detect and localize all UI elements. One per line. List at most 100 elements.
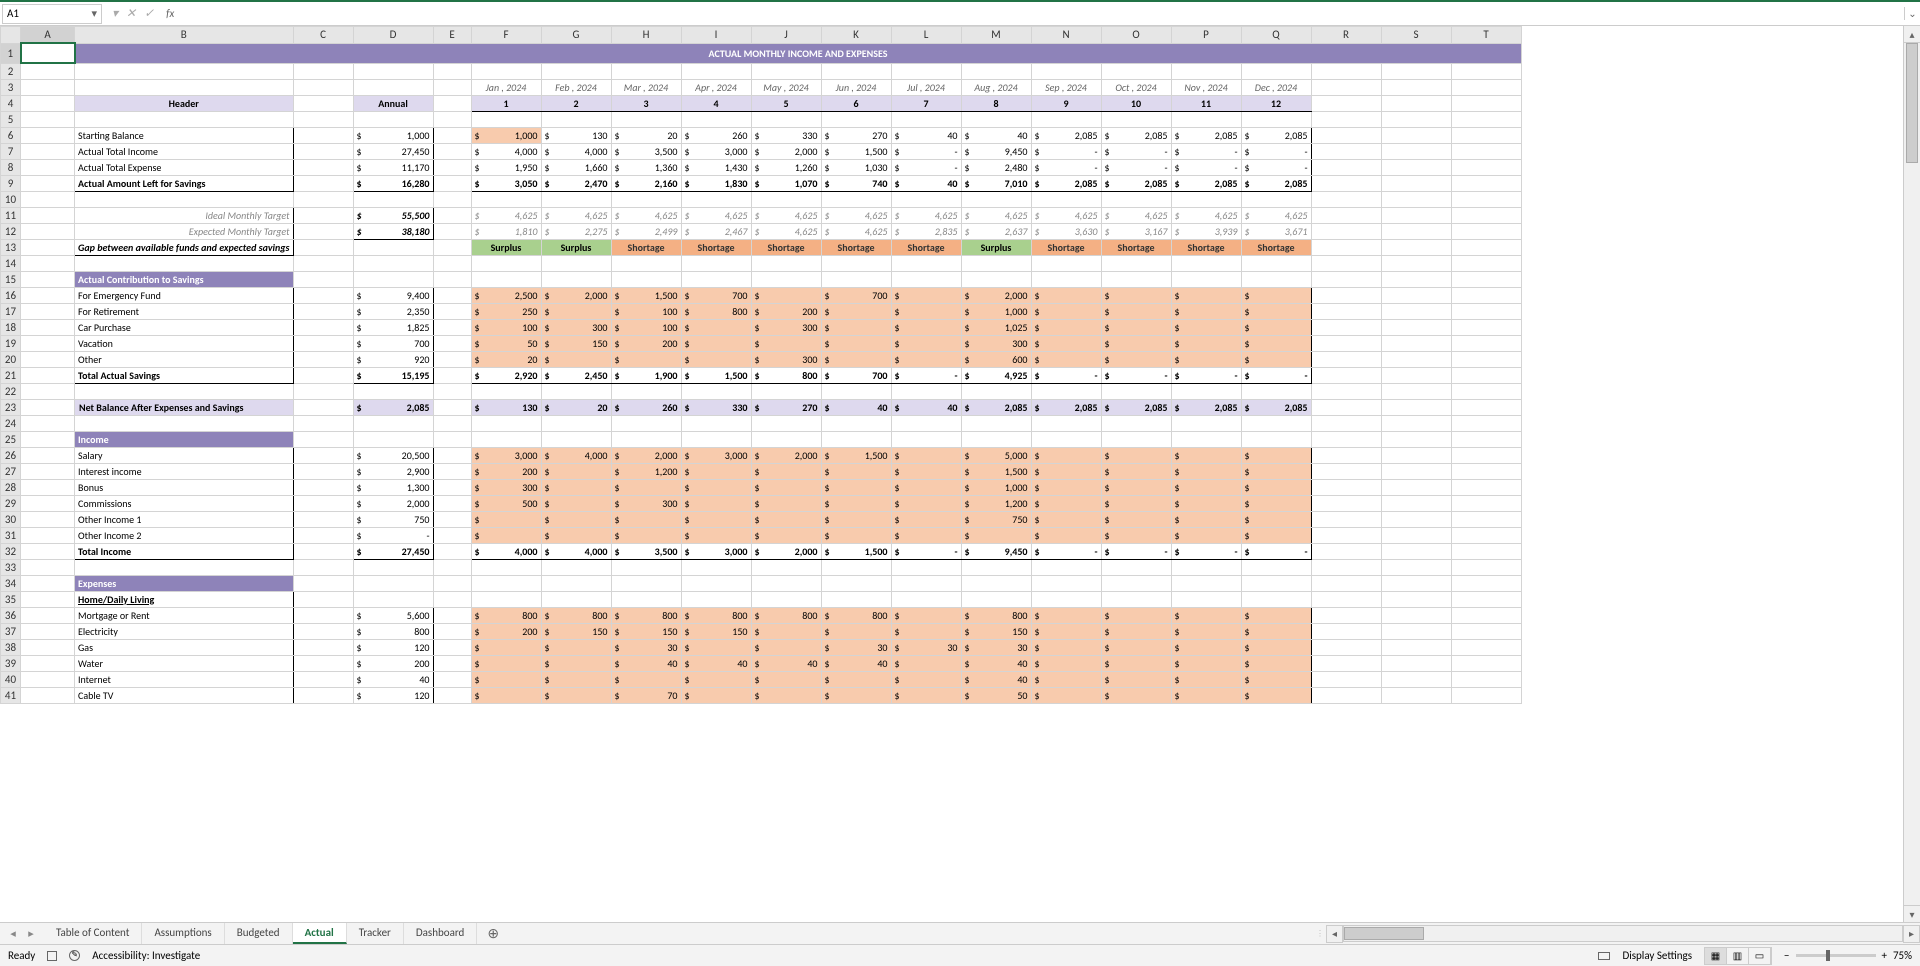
row-header-4[interactable]: 4 xyxy=(1,95,21,111)
row-header-20[interactable]: 20 xyxy=(1,351,21,367)
col-header-K[interactable]: K xyxy=(821,27,891,44)
row-header-14[interactable]: 14 xyxy=(1,255,21,271)
row-header-41[interactable]: 41 xyxy=(1,687,21,703)
row-header-38[interactable]: 38 xyxy=(1,639,21,655)
name-box[interactable]: A1 ▾ xyxy=(2,4,102,24)
record-macro-icon[interactable] xyxy=(47,951,57,961)
horizontal-scrollbar[interactable]: ◂ ▸ xyxy=(1326,925,1920,943)
row-header-28[interactable]: 28 xyxy=(1,479,21,495)
view-page-layout-icon[interactable]: ▥ xyxy=(1727,948,1749,964)
col-header-C[interactable]: C xyxy=(293,27,353,44)
row-header-35[interactable]: 35 xyxy=(1,591,21,607)
row-header-3[interactable]: 3 xyxy=(1,79,21,95)
col-header-I[interactable]: I xyxy=(681,27,751,44)
scroll-thumb[interactable] xyxy=(1906,43,1918,163)
col-header-J[interactable]: J xyxy=(751,27,821,44)
row-header-18[interactable]: 18 xyxy=(1,319,21,335)
sheet-tab-dashboard[interactable]: Dashboard xyxy=(404,923,477,944)
row-header-5[interactable]: 5 xyxy=(1,111,21,127)
col-header-G[interactable]: G xyxy=(541,27,611,44)
scroll-right-icon[interactable]: ▸ xyxy=(1903,925,1920,943)
row-header-39[interactable]: 39 xyxy=(1,655,21,671)
zoom-level[interactable]: 75% xyxy=(1893,949,1912,962)
col-header-T[interactable]: T xyxy=(1451,27,1521,44)
row-header-29[interactable]: 29 xyxy=(1,495,21,511)
row-header-22[interactable]: 22 xyxy=(1,383,21,399)
row-header-24[interactable]: 24 xyxy=(1,415,21,431)
row-header-34[interactable]: 34 xyxy=(1,575,21,591)
row-header-27[interactable]: 27 xyxy=(1,463,21,479)
accept-formula-icon: ✓ xyxy=(144,6,154,21)
accessibility-icon[interactable]: ✎ xyxy=(69,950,80,961)
col-header-Q[interactable]: Q xyxy=(1241,27,1311,44)
row-header-6[interactable]: 6 xyxy=(1,127,21,143)
row-header-26[interactable]: 26 xyxy=(1,447,21,463)
sheet-tab-actual[interactable]: Actual xyxy=(293,923,347,944)
accessibility-status[interactable]: Accessibility: Investigate xyxy=(92,949,200,962)
row-header-40[interactable]: 40 xyxy=(1,671,21,687)
col-header-O[interactable]: O xyxy=(1101,27,1171,44)
formula-dropdown-icon[interactable]: ▾ xyxy=(112,6,118,21)
zoom-out-button[interactable]: − xyxy=(1784,949,1789,962)
spreadsheet-grid[interactable]: ABCDEFGHIJKLMNOPQRST1ACTUAL MONTHLY INCO… xyxy=(0,26,1903,922)
sheet-tabs-bar: ◂ ▸ Table of ContentAssumptionsBudgetedA… xyxy=(0,922,1920,944)
col-header-S[interactable]: S xyxy=(1381,27,1451,44)
col-header-M[interactable]: M xyxy=(961,27,1031,44)
col-header-P[interactable]: P xyxy=(1171,27,1241,44)
col-header-H[interactable]: H xyxy=(611,27,681,44)
row-header-36[interactable]: 36 xyxy=(1,607,21,623)
col-header-E[interactable]: E xyxy=(433,27,471,44)
formula-input[interactable] xyxy=(182,4,1904,24)
row-header-8[interactable]: 8 xyxy=(1,159,21,175)
row-header-11[interactable]: 11 xyxy=(1,207,21,223)
row-header-30[interactable]: 30 xyxy=(1,511,21,527)
formula-expand-icon[interactable]: ⌄ xyxy=(1904,7,1920,20)
scroll-left-icon[interactable]: ◂ xyxy=(1326,925,1343,943)
hscroll-thumb[interactable] xyxy=(1344,927,1424,940)
row-header-17[interactable]: 17 xyxy=(1,303,21,319)
sheet-tab-table-of-content[interactable]: Table of Content xyxy=(44,923,142,944)
row-header-21[interactable]: 21 xyxy=(1,367,21,383)
col-header-D[interactable]: D xyxy=(353,27,433,44)
view-page-break-icon[interactable]: ▭ xyxy=(1749,948,1771,964)
col-header-L[interactable]: L xyxy=(891,27,961,44)
scroll-down-icon[interactable]: ▾ xyxy=(1904,905,1920,922)
tab-nav-first-icon[interactable]: ◂ xyxy=(6,927,20,940)
row-header-13[interactable]: 13 xyxy=(1,239,21,255)
sheet-tab-budgeted[interactable]: Budgeted xyxy=(225,923,293,944)
col-header-R[interactable]: R xyxy=(1311,27,1381,44)
chevron-down-icon[interactable]: ▾ xyxy=(91,7,97,20)
row-header-7[interactable]: 7 xyxy=(1,143,21,159)
zoom-slider[interactable] xyxy=(1796,954,1876,957)
display-settings-icon[interactable] xyxy=(1598,952,1610,960)
row-header-12[interactable]: 12 xyxy=(1,223,21,239)
view-normal-icon[interactable]: ▦ xyxy=(1705,948,1727,964)
fx-icon[interactable]: fx xyxy=(166,7,174,20)
scroll-up-icon[interactable]: ▴ xyxy=(1904,26,1920,43)
row-header-16[interactable]: 16 xyxy=(1,287,21,303)
row-header-19[interactable]: 19 xyxy=(1,335,21,351)
row-header-31[interactable]: 31 xyxy=(1,527,21,543)
col-header-F[interactable]: F xyxy=(471,27,541,44)
zoom-controls: − + 75% xyxy=(1784,949,1912,962)
zoom-in-button[interactable]: + xyxy=(1882,949,1887,962)
col-header-N[interactable]: N xyxy=(1031,27,1101,44)
add-sheet-button[interactable]: ⊕ xyxy=(477,922,509,945)
display-settings-label[interactable]: Display Settings xyxy=(1622,949,1692,962)
tab-nav-prev-icon[interactable]: ▸ xyxy=(24,927,38,940)
vertical-scrollbar[interactable]: ▴ ▾ xyxy=(1903,26,1920,922)
row-header-2[interactable]: 2 xyxy=(1,63,21,79)
row-header-37[interactable]: 37 xyxy=(1,623,21,639)
row-header-9[interactable]: 9 xyxy=(1,175,21,191)
row-header-23[interactable]: 23 xyxy=(1,399,21,415)
sheet-tab-tracker[interactable]: Tracker xyxy=(347,923,404,944)
row-header-32[interactable]: 32 xyxy=(1,543,21,559)
row-header-25[interactable]: 25 xyxy=(1,431,21,447)
row-header-1[interactable]: 1 xyxy=(1,43,21,63)
row-header-15[interactable]: 15 xyxy=(1,271,21,287)
row-header-10[interactable]: 10 xyxy=(1,191,21,207)
sheet-tab-assumptions[interactable]: Assumptions xyxy=(142,923,224,944)
col-header-A[interactable]: A xyxy=(21,27,75,44)
col-header-B[interactable]: B xyxy=(75,27,294,44)
row-header-33[interactable]: 33 xyxy=(1,559,21,575)
